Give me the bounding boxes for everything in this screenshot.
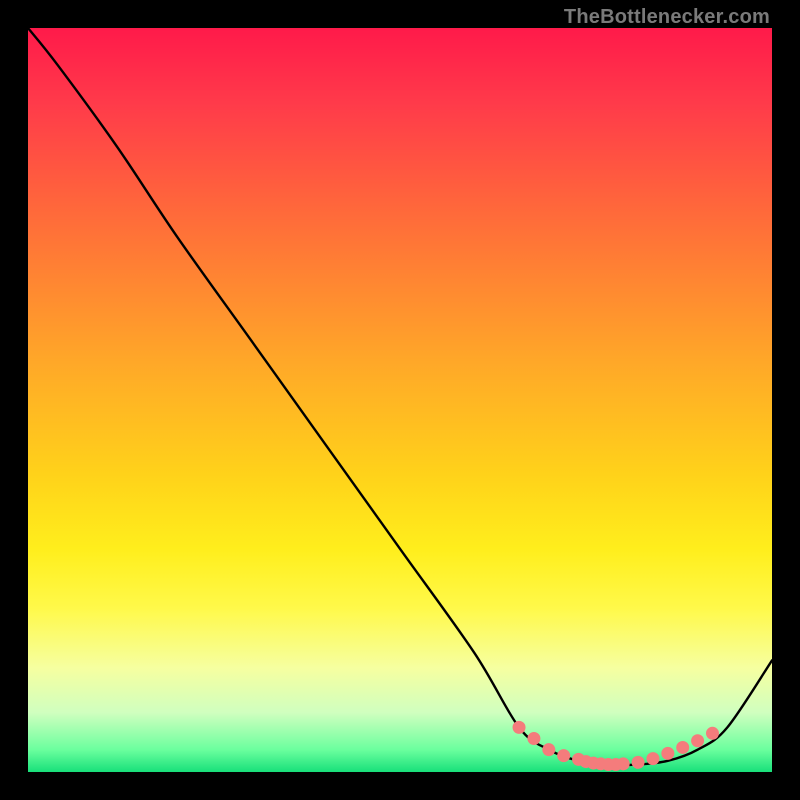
marker-dot — [527, 732, 540, 745]
marker-dot — [632, 756, 645, 769]
curve-markers — [513, 721, 719, 771]
attribution-label: TheBottlenecker.com — [564, 6, 770, 29]
marker-dot — [691, 734, 704, 747]
chart-stage: TheBottlenecker.com — [0, 0, 800, 800]
marker-dot — [661, 747, 674, 760]
marker-dot — [542, 743, 555, 756]
chart-svg — [28, 28, 772, 772]
marker-dot — [557, 749, 570, 762]
curve-group — [28, 28, 772, 771]
marker-dot — [676, 741, 689, 754]
marker-dot — [706, 727, 719, 740]
marker-dot — [617, 757, 630, 770]
plot-area — [28, 28, 772, 772]
marker-dot — [646, 752, 659, 765]
marker-dot — [513, 721, 526, 734]
bottleneck-curve — [28, 28, 772, 765]
